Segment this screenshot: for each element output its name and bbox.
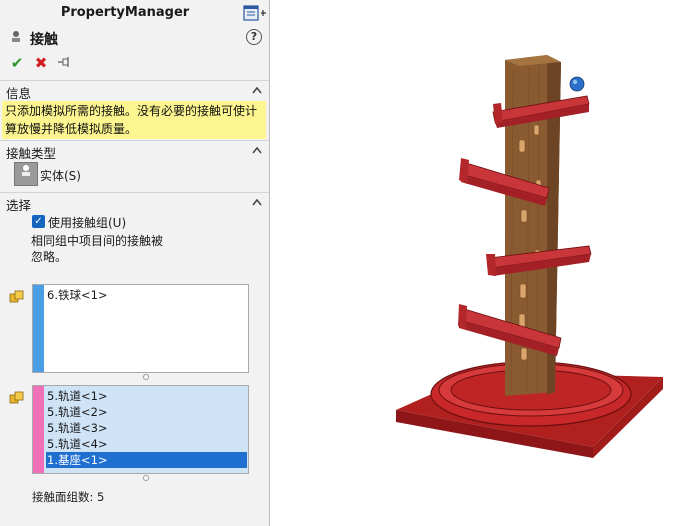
feature-name: 接触 xyxy=(30,32,58,48)
list-item[interactable]: 6.铁球<1> xyxy=(46,287,247,303)
assembly-model[interactable] xyxy=(271,0,700,526)
command-buttons: ✔ ✖ xyxy=(8,54,88,72)
resize-handle[interactable] xyxy=(143,374,149,380)
solid-contact-icon xyxy=(22,165,30,176)
list-item[interactable]: 5.轨道<1> xyxy=(46,388,247,404)
use-contact-group-label: 使用接触组(U) xyxy=(48,216,127,230)
steel-ball[interactable] xyxy=(569,76,585,92)
chevron-up-icon[interactable] xyxy=(252,86,262,94)
panel-title: PropertyManager xyxy=(60,5,190,20)
graphics-viewport[interactable] xyxy=(271,0,700,526)
cancel-button[interactable]: ✖ xyxy=(32,54,50,72)
contact-count-label: 接触面组数: xyxy=(32,490,94,504)
pushpin-button[interactable] xyxy=(56,54,74,72)
list-item[interactable]: 5.轨道<2> xyxy=(46,404,247,420)
contact-group-1-list[interactable]: 6.铁球<1> xyxy=(32,284,249,373)
resize-handle[interactable] xyxy=(143,475,149,481)
section-divider xyxy=(0,80,269,81)
section-title: 信息 xyxy=(6,86,32,101)
property-manager-panel: PropertyManager 接触 ? ✔ ✖ 信息 只添加模拟所需的接触。没… xyxy=(0,0,270,526)
section-title: 选择 xyxy=(6,198,32,213)
section-title: 接触类型 xyxy=(6,146,57,161)
component-icon xyxy=(9,391,25,405)
panel-options-icon[interactable] xyxy=(243,5,267,21)
list-item[interactable]: 5.轨道<3> xyxy=(46,420,247,436)
group-1-color-bar xyxy=(33,285,44,372)
contact-count: 接触面组数: 5 xyxy=(32,489,104,505)
feature-header: 接触 ? xyxy=(10,29,262,48)
contact-feature-icon xyxy=(10,30,22,44)
list-item-selected[interactable]: 1.基座<1> xyxy=(46,452,247,468)
list-item[interactable]: 5.轨道<4> xyxy=(46,436,247,452)
chevron-up-icon[interactable] xyxy=(252,198,262,206)
chevron-up-icon[interactable] xyxy=(252,146,262,154)
ok-button[interactable]: ✔ xyxy=(8,54,26,72)
component-icon xyxy=(9,290,25,304)
use-contact-group-checkbox[interactable]: ✓ xyxy=(32,215,45,228)
solid-contact-label: 实体(S) xyxy=(40,169,81,183)
group-note: 相同组中项目间的接触被忽略。 xyxy=(31,234,164,264)
contact-count-value: 5 xyxy=(97,490,105,504)
section-header-contact-type[interactable]: 接触类型 xyxy=(6,143,264,161)
group-2-color-bar xyxy=(33,386,44,473)
help-icon[interactable]: ? xyxy=(246,29,262,45)
section-divider xyxy=(0,140,269,141)
section-header-selection[interactable]: 选择 xyxy=(6,195,264,213)
section-header-info[interactable]: 信息 xyxy=(6,83,264,101)
contact-group-2-list[interactable]: 5.轨道<1> 5.轨道<2> 5.轨道<3> 5.轨道<4> 1.基座<1> xyxy=(32,385,249,474)
solid-contact-button[interactable] xyxy=(14,162,38,186)
info-message: 只添加模拟所需的接触。没有必要的接触可使计算放慢并降低模拟质量。 xyxy=(2,101,266,139)
section-divider xyxy=(0,192,269,193)
